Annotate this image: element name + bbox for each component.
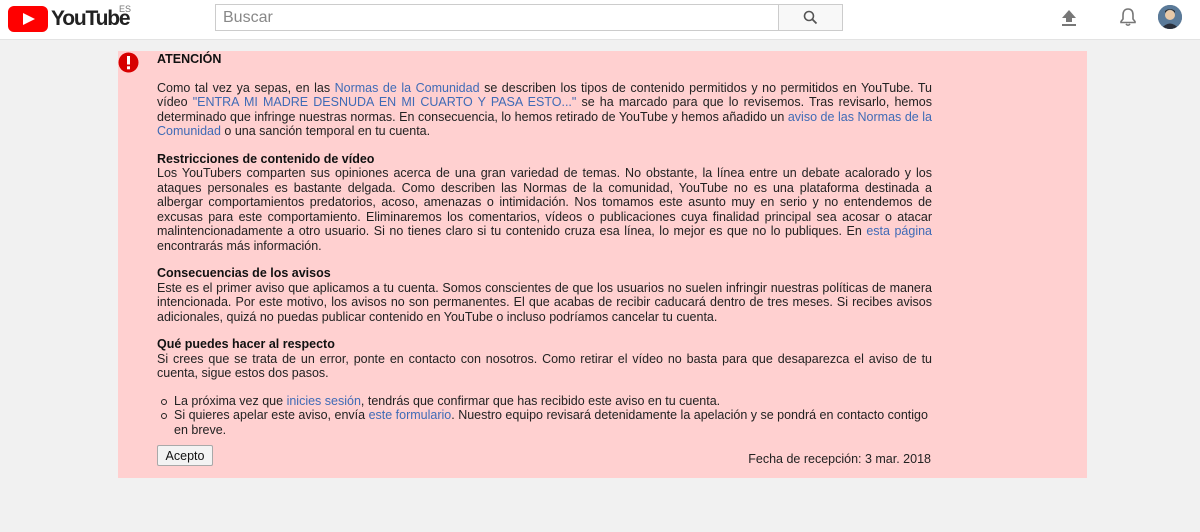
list-item: Si quieres apelar este aviso, envía este… [157, 408, 932, 437]
consequences-section: Consecuencias de los avisos Este es el p… [157, 266, 932, 324]
strike-alert-panel: ATENCIÓN Como tal vez ya sepas, en las N… [118, 51, 1087, 478]
search-input[interactable] [215, 4, 779, 31]
actions-text: Si crees que se trata de un error, ponte… [157, 351, 932, 381]
search-button[interactable] [778, 4, 843, 31]
actions-heading: Qué puedes hacer al respecto [157, 337, 335, 351]
restrictions-text: Los YouTubers comparten sus opiniones ac… [157, 166, 932, 238]
restrictions-heading: Restricciones de contenido de vídeo [157, 151, 375, 166]
intro-text: o una sanción temporal en tu cuenta. [220, 124, 431, 138]
restrictions-text: encontrarás más información. [157, 238, 322, 253]
alert-content: ATENCIÓN Como tal vez ya sepas, en las N… [157, 51, 932, 437]
received-date: Fecha de recepción: 3 mar. 2018 [748, 452, 931, 466]
intro-paragraph: Como tal vez ya sepas, en las Normas de … [157, 81, 932, 139]
bell-icon [1120, 8, 1136, 27]
notifications-button[interactable] [1117, 6, 1139, 28]
restrictions-section: Restricciones de contenido de vídeo Los … [157, 152, 932, 254]
upload-icon [1062, 10, 1076, 26]
consequences-text: Este es el primer aviso que aplicamos a … [157, 280, 932, 324]
youtube-logo[interactable]: YouTube [8, 6, 131, 32]
user-avatar-icon [1158, 5, 1182, 29]
logo-text: YouTube [51, 7, 131, 30]
masthead: YouTube ES [0, 0, 1200, 40]
community-guidelines-link[interactable]: Normas de la Comunidad [335, 81, 480, 95]
sign-in-link[interactable]: inicies sesión [287, 394, 361, 408]
step-text: La próxima vez que [174, 393, 287, 408]
search-icon [803, 10, 818, 25]
alert-icon [118, 52, 139, 73]
restrictions-paragraph: Los YouTubers comparten sus opiniones ac… [157, 166, 932, 253]
region-code: ES [119, 4, 132, 14]
step-text: , tendrás que confirmar que has recibido… [360, 393, 721, 408]
actions-section: Qué puedes hacer al respecto Si crees qu… [157, 337, 932, 381]
accept-button[interactable]: Acepto [157, 445, 213, 466]
steps-list: La próxima vez que inicies sesión, tendr… [157, 394, 932, 438]
consequences-heading: Consecuencias de los avisos [157, 266, 331, 280]
avatar[interactable] [1158, 5, 1182, 29]
step-text: Si quieres apelar este aviso, envía [174, 408, 369, 422]
video-title-link[interactable]: "ENTRA MI MADRE DESNUDA EN MI CUARTO Y P… [193, 95, 577, 109]
this-page-link[interactable]: esta página [866, 224, 932, 238]
list-item: La próxima vez que inicies sesión, tendr… [157, 394, 932, 409]
alert-title: ATENCIÓN [157, 52, 222, 66]
intro-text: Como tal vez ya sepas, en las [157, 80, 335, 95]
upload-button[interactable] [1058, 7, 1080, 29]
appeal-form-link[interactable]: este formulario [369, 408, 452, 422]
youtube-play-icon [8, 6, 48, 32]
